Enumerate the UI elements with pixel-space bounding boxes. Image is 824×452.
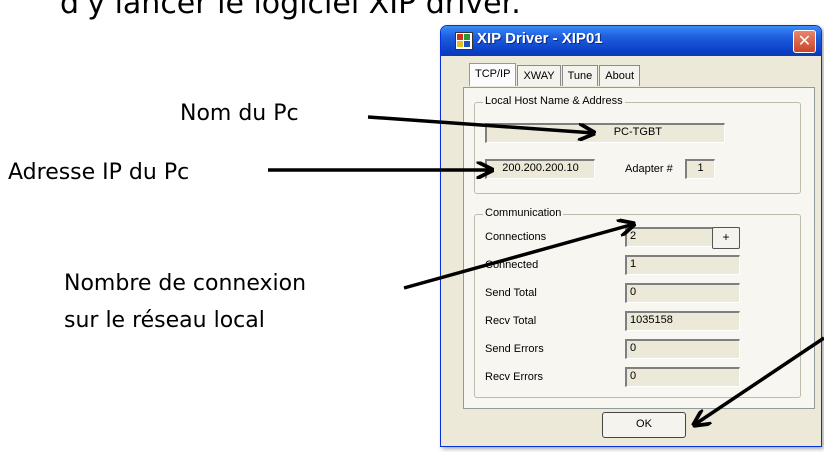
communication-group: Communication Connections 2 + Connected … bbox=[474, 207, 801, 398]
local-host-group: Local Host Name & Address PC-TGBT 200.20… bbox=[474, 95, 801, 194]
plus-button[interactable]: + bbox=[712, 227, 740, 249]
close-button[interactable]: ✕ bbox=[793, 30, 816, 53]
annotation-connections-line2: sur le réseau local bbox=[64, 308, 265, 333]
annotation-connections-line1: Nombre de connexion bbox=[64, 271, 307, 296]
tab-about[interactable]: About bbox=[599, 65, 641, 86]
send-total-value: 0 bbox=[625, 283, 740, 303]
recv-errors-label: Recv Errors bbox=[485, 371, 544, 383]
connected-label: Connected bbox=[485, 259, 539, 271]
tab-bar: TCP/IP XWAY Tune About bbox=[469, 63, 641, 87]
send-total-label: Send Total bbox=[485, 287, 537, 299]
recv-total-value: 1035158 bbox=[625, 311, 740, 331]
connections-label: Connections bbox=[485, 231, 547, 243]
send-errors-value: 0 bbox=[625, 339, 740, 359]
adapter-number-field[interactable]: 1 bbox=[685, 159, 715, 179]
communication-group-label: Communication bbox=[483, 207, 564, 219]
annotation-ip-address: Adresse IP du Pc bbox=[8, 160, 190, 185]
local-host-group-label: Local Host Name & Address bbox=[483, 95, 625, 107]
app-icon bbox=[455, 32, 473, 50]
adapter-label: Adapter # bbox=[625, 163, 673, 175]
heading-fragment: d'y lancer le logiciel XIP driver. bbox=[60, 0, 521, 21]
ip-address-field[interactable]: 200.200.200.10 bbox=[485, 159, 595, 179]
connected-value: 1 bbox=[625, 255, 740, 275]
window-title: XIP Driver - XIP01 bbox=[477, 30, 603, 47]
send-errors-label: Send Errors bbox=[485, 343, 544, 355]
tab-tcp-ip[interactable]: TCP/IP bbox=[469, 63, 517, 86]
host-name-field[interactable]: PC-TGBT bbox=[485, 123, 725, 143]
annotation-host-name: Nom du Pc bbox=[180, 101, 299, 126]
tab-tune[interactable]: Tune bbox=[561, 65, 599, 86]
recv-total-label: Recv Total bbox=[485, 315, 537, 327]
ok-button[interactable]: OK bbox=[602, 412, 686, 438]
xip-driver-window: XIP Driver - XIP01 ✕ TCP/IP XWAY Tune Ab… bbox=[440, 25, 822, 447]
recv-errors-value: 0 bbox=[625, 367, 740, 387]
tab-xway[interactable]: XWAY bbox=[517, 65, 561, 86]
tab-page-tcp-ip: Local Host Name & Address PC-TGBT 200.20… bbox=[463, 87, 815, 409]
title-bar[interactable]: XIP Driver - XIP01 ✕ bbox=[441, 26, 821, 56]
